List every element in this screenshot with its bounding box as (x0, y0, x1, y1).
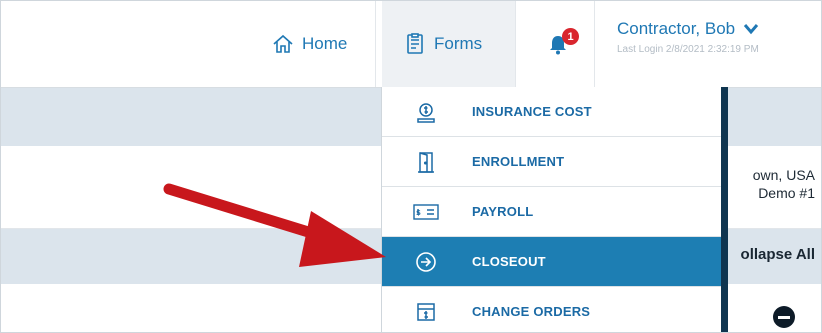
nav-home-link[interactable]: Home (266, 1, 377, 87)
menu-item-label: INSURANCE COST (472, 104, 592, 119)
menu-item-closeout[interactable]: CLOSEOUT (382, 237, 722, 287)
notification-badge: 1 (562, 28, 579, 45)
top-navigation-bar: Home Forms 1 Contractor, Bob Last Login … (1, 1, 821, 88)
forms-icon (404, 33, 426, 55)
menu-item-label: PAYROLL (472, 204, 534, 219)
user-menu[interactable]: Contractor, Bob Last Login 2/8/2021 2:32… (617, 19, 817, 55)
app-window: own, USA Demo #1 ollapse All Home Forms (0, 0, 822, 333)
notifications-button[interactable]: 1 (522, 1, 594, 87)
menu-item-label: ENROLLMENT (472, 154, 565, 169)
user-name-row[interactable]: Contractor, Bob (617, 19, 817, 39)
home-icon (272, 33, 294, 55)
menu-item-enrollment[interactable]: ENROLLMENT (382, 137, 722, 187)
svg-text:$: $ (416, 209, 421, 217)
annotation-arrow-icon (163, 183, 386, 267)
project-location-line2: Demo #1 (758, 185, 815, 201)
dollar-box-icon (412, 298, 440, 326)
user-name: Contractor, Bob (617, 19, 736, 38)
project-location-line1: own, USA (752, 167, 815, 183)
collapse-minus-icon[interactable] (773, 306, 795, 328)
menu-item-payroll[interactable]: $ PAYROLL (382, 187, 722, 237)
dropdown-scroll-rail (721, 87, 728, 332)
nav-forms-label: Forms (434, 34, 483, 53)
menu-item-label: CHANGE ORDERS (472, 304, 591, 319)
nav-divider (375, 1, 376, 87)
project-location: own, USA Demo #1 (753, 166, 815, 202)
check-payment-icon: $ (412, 198, 440, 226)
chevron-down-icon (743, 24, 759, 35)
nav-forms-menu[interactable]: Forms (382, 1, 515, 87)
arrow-circle-right-icon (412, 248, 440, 276)
nav-divider (594, 1, 595, 87)
nav-home-label: Home (302, 34, 348, 53)
forms-dropdown-menu: INSURANCE COST ENROLLMENT $ PAYROLL CLOS… (381, 87, 722, 332)
dollar-document-icon (412, 98, 440, 126)
menu-item-label: CLOSEOUT (472, 254, 546, 269)
menu-item-insurance-cost[interactable]: INSURANCE COST (382, 87, 722, 137)
nav-divider (515, 1, 516, 87)
door-icon (412, 148, 440, 176)
menu-item-change-orders[interactable]: CHANGE ORDERS (382, 287, 722, 332)
collapse-all-link[interactable]: ollapse All (741, 246, 815, 264)
last-login-text: Last Login 2/8/2021 2:32:19 PM (617, 44, 759, 55)
